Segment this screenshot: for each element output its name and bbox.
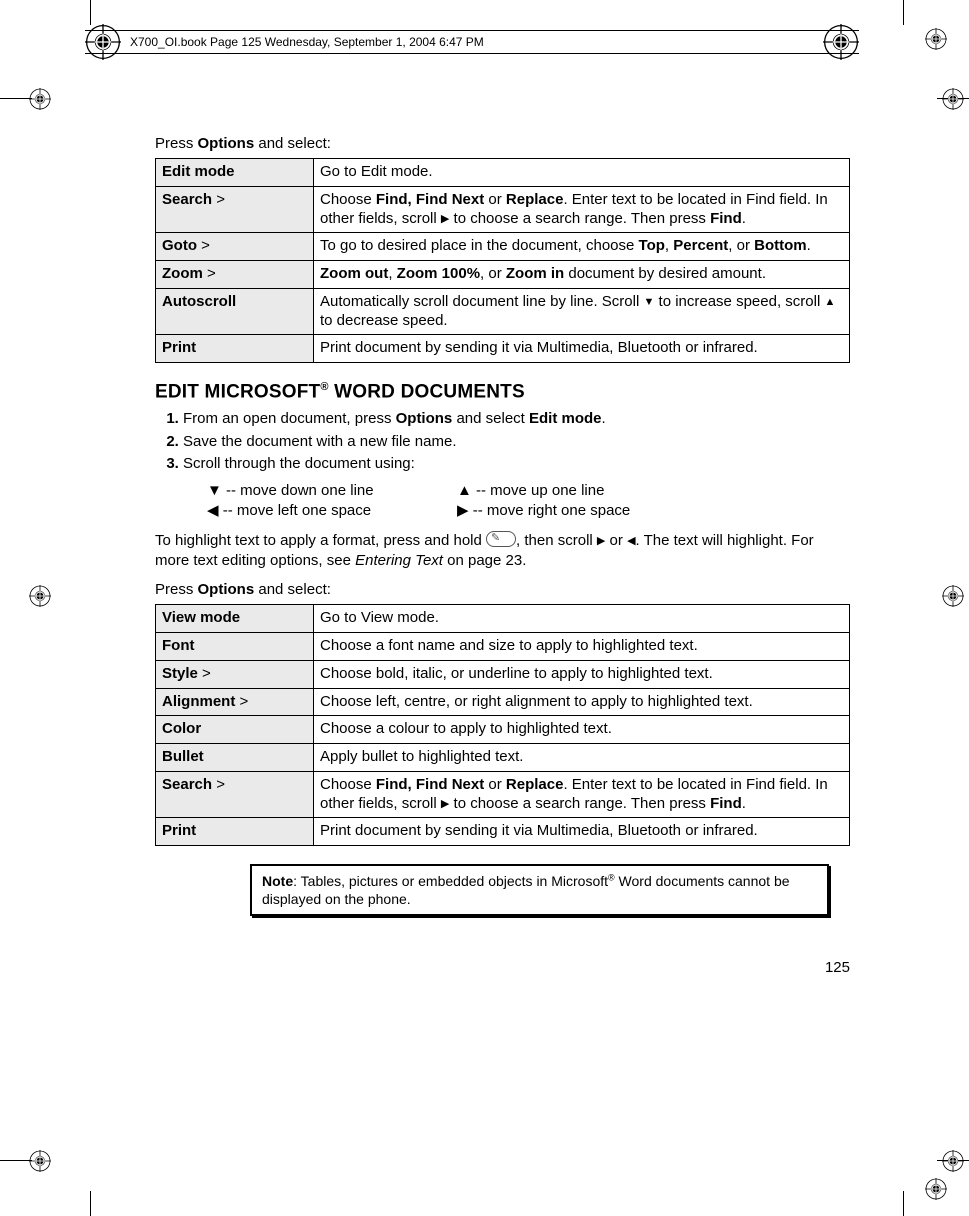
table-row: Alignment >Choose left, centre, or right… [156, 688, 850, 716]
table-row: PrintPrint document by sending it via Mu… [156, 335, 850, 363]
option-value: Choose left, centre, or right alignment … [314, 688, 850, 716]
header-text: X700_OI.book Page 125 Wednesday, Septemb… [130, 35, 484, 49]
option-value: Apply bullet to highlighted text. [314, 744, 850, 772]
highlight-paragraph: To highlight text to apply a format, pre… [155, 529, 850, 572]
registration-mark-icon [29, 1150, 51, 1172]
list-item: Save the document with a new file name. [183, 432, 850, 452]
option-value: Choose a font name and size to apply to … [314, 633, 850, 661]
option-value: Choose a colour to apply to highlighted … [314, 716, 850, 744]
registration-mark-icon [925, 1178, 947, 1200]
note-box: Note: Tables, pictures or embedded objec… [250, 864, 829, 916]
document-body: Press Options and select: Edit modeGo to… [155, 135, 850, 916]
option-key: Search > [156, 771, 314, 818]
table-row: ColorChoose a colour to apply to highlig… [156, 716, 850, 744]
option-key: Edit mode [156, 159, 314, 187]
option-key: Autoscroll [156, 288, 314, 335]
option-key: Style > [156, 660, 314, 688]
section-heading: EDIT MICROSOFT® WORD DOCUMENTS [155, 381, 850, 403]
arrow-icon: ▶ [441, 214, 449, 225]
option-key: Search > [156, 186, 314, 233]
option-value: Zoom out, Zoom 100%, or Zoom in document… [314, 261, 850, 289]
option-value: Print document by sending it via Multime… [314, 818, 850, 846]
options-table-2: View modeGo to View mode.FontChoose a fo… [155, 604, 850, 846]
registration-mark-icon [942, 585, 964, 607]
arrow-icon: ▼ [643, 297, 654, 308]
table-row: Goto >To go to desired place in the docu… [156, 233, 850, 261]
option-value: To go to desired place in the document, … [314, 233, 850, 261]
option-value: Choose Find, Find Next or Replace. Enter… [314, 771, 850, 818]
move-right: ▶ -- move right one space [457, 501, 717, 519]
table-row: BulletApply bullet to highlighted text. [156, 744, 850, 772]
intro-line-1: Press Options and select: [155, 135, 850, 152]
option-key: Goto > [156, 233, 314, 261]
table-row: Search >Choose Find, Find Next or Replac… [156, 186, 850, 233]
move-up: ▲ -- move up one line [457, 482, 717, 499]
table-row: Zoom >Zoom out, Zoom 100%, or Zoom in do… [156, 261, 850, 289]
table-row: Search >Choose Find, Find Next or Replac… [156, 771, 850, 818]
option-value: Go to Edit mode. [314, 159, 850, 187]
option-key: Bullet [156, 744, 314, 772]
move-down: ▼ -- move down one line [207, 482, 457, 499]
registration-mark-icon [823, 24, 859, 60]
move-left: ◀ -- move left one space [207, 501, 457, 519]
table-row: Edit modeGo to Edit mode. [156, 159, 850, 187]
option-value: Automatically scroll document line by li… [314, 288, 850, 335]
table-row: PrintPrint document by sending it via Mu… [156, 818, 850, 846]
registration-mark-icon [942, 88, 964, 110]
table-row: AutoscrollAutomatically scroll document … [156, 288, 850, 335]
page-header: X700_OI.book Page 125 Wednesday, Septemb… [85, 30, 859, 54]
arrow-icon: ▶ [441, 799, 449, 810]
options-table-1: Edit modeGo to Edit mode.Search >Choose … [155, 158, 850, 363]
pen-key-icon [486, 531, 516, 547]
option-key: Alignment > [156, 688, 314, 716]
list-item: Scroll through the document using: [183, 454, 850, 474]
option-key: Font [156, 633, 314, 661]
option-key: View mode [156, 605, 314, 633]
intro-line-2: Press Options and select: [155, 581, 850, 598]
registration-mark-icon [925, 28, 947, 50]
option-key: Print [156, 335, 314, 363]
registration-mark-icon [29, 88, 51, 110]
table-row: Style >Choose bold, italic, or underline… [156, 660, 850, 688]
page-number: 125 [825, 959, 850, 976]
registration-mark-icon [29, 585, 51, 607]
option-key: Color [156, 716, 314, 744]
table-row: View modeGo to View mode. [156, 605, 850, 633]
scroll-moves-grid: ▼ -- move down one line ▲ -- move up one… [207, 482, 850, 519]
option-key: Zoom > [156, 261, 314, 289]
option-value: Go to View mode. [314, 605, 850, 633]
steps-list: From an open document, press Options and… [155, 409, 850, 474]
arrow-icon: ▲ [824, 297, 835, 308]
list-item: From an open document, press Options and… [183, 409, 850, 429]
right-arrow-icon: ▶ [597, 536, 605, 547]
option-value: Print document by sending it via Multime… [314, 335, 850, 363]
table-row: FontChoose a font name and size to apply… [156, 633, 850, 661]
option-value: Choose Find, Find Next or Replace. Enter… [314, 186, 850, 233]
option-key: Print [156, 818, 314, 846]
left-arrow-icon: ◀ [627, 536, 635, 547]
option-value: Choose bold, italic, or underline to app… [314, 660, 850, 688]
registration-mark-icon [942, 1150, 964, 1172]
